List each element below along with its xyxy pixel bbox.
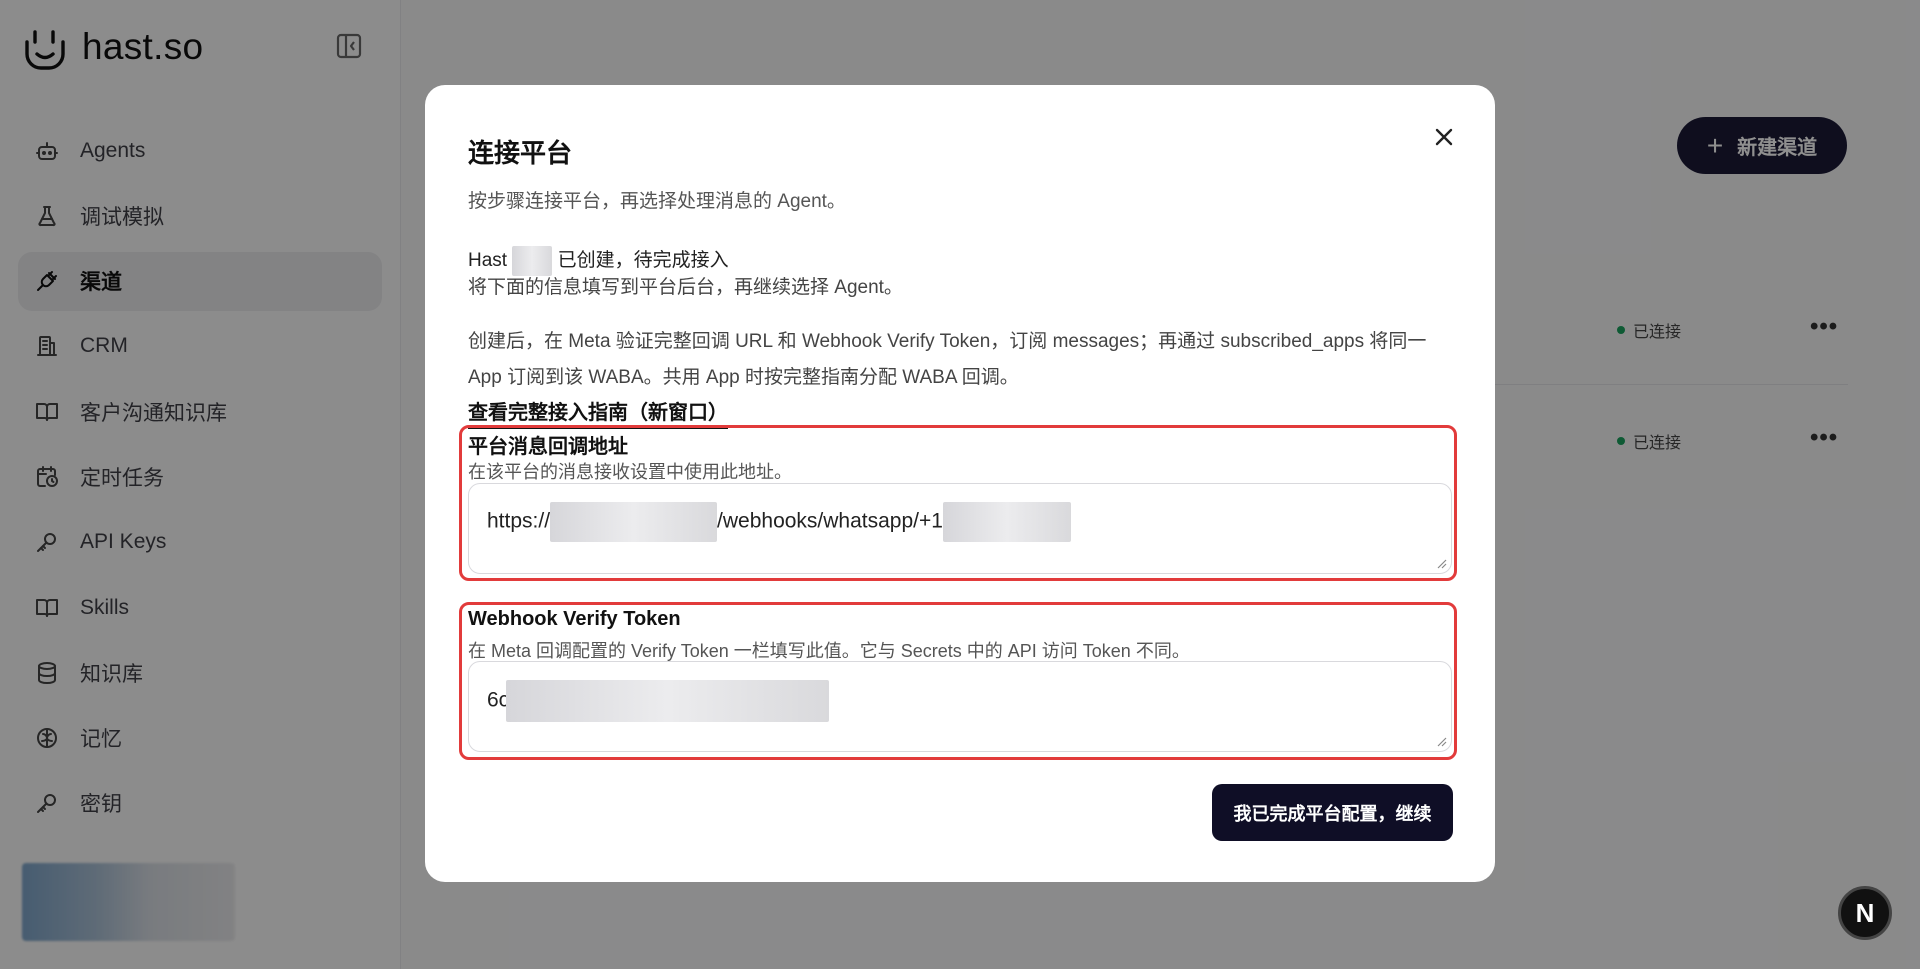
resize-handle-icon[interactable]	[1435, 557, 1447, 569]
verify-token-help: 在 Meta 回调配置的 Verify Token 一栏填写此值。它与 Secr…	[468, 641, 1190, 661]
dialog-subtitle: 按步骤连接平台，再选择处理消息的 Agent。	[468, 191, 846, 212]
next-dev-badge[interactable]: N	[1838, 886, 1892, 940]
redacted-token	[505, 680, 829, 722]
created-suffix: 已创建，待完成接入	[557, 250, 729, 271]
verify-token-label: Webhook Verify Token	[468, 608, 681, 630]
callback-label: 平台消息回调地址	[468, 436, 628, 458]
redacted-domain	[550, 502, 718, 542]
verify-token-field[interactable]: 6cc	[468, 661, 1452, 752]
verify-token-value: 6cc	[487, 680, 829, 722]
callback-url-prefix: https://	[487, 509, 551, 533]
resize-handle-icon[interactable]	[1435, 735, 1447, 747]
callback-url-value: https:// /webhooks/whatsapp/+1	[487, 502, 1071, 542]
redacted-phone	[942, 502, 1071, 542]
callback-url-path: /webhooks/whatsapp/+1	[717, 509, 943, 533]
callback-help: 在该平台的消息接收设置中使用此地址。	[468, 462, 792, 482]
callback-url-field[interactable]: https:// /webhooks/whatsapp/+1	[468, 483, 1452, 574]
meta-instruction: 创建后，在 Meta 验证完整回调 URL 和 Webhook Verify T…	[468, 331, 1427, 388]
dialog-title: 连接平台	[468, 138, 573, 168]
fill-instruction: 将下面的信息填写到平台后台，再继续选择 Agent。	[468, 277, 903, 298]
created-prefix: Hast	[468, 250, 508, 271]
continue-button[interactable]: 我已完成平台配置，继续	[1212, 784, 1453, 841]
close-icon[interactable]	[1432, 125, 1456, 149]
